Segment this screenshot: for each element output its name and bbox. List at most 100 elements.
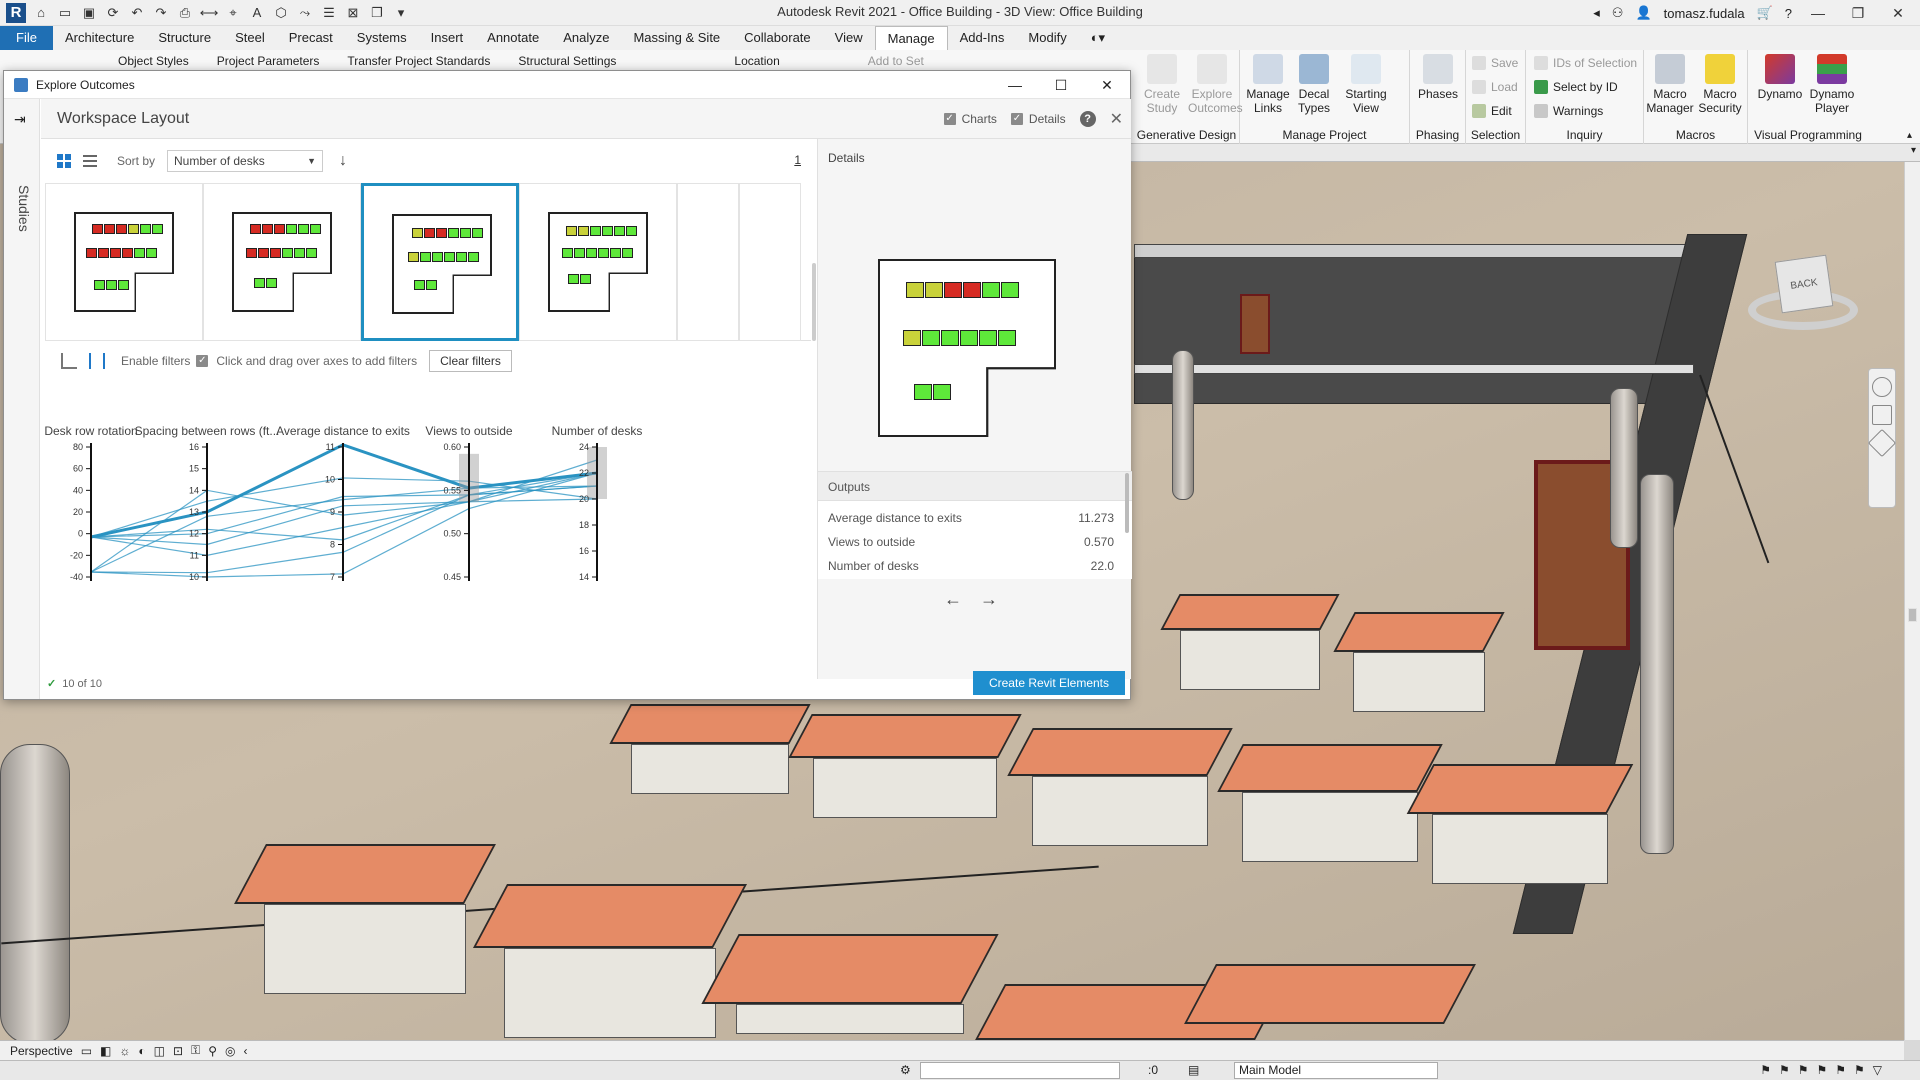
grid-view-icon[interactable] [57, 154, 71, 168]
tab-insert[interactable]: Insert [419, 26, 476, 50]
tab-steel[interactable]: Steel [223, 26, 277, 50]
tab-massing-site[interactable]: Massing & Site [621, 26, 732, 50]
dialog-minimize-button[interactable]: — [992, 71, 1038, 99]
tab-annotate[interactable]: Annotate [475, 26, 551, 50]
open-icon[interactable]: ▭ [56, 4, 74, 22]
undo-icon[interactable]: ↶ [128, 4, 146, 22]
axis-label[interactable]: Spacing between rows (ft... [135, 424, 280, 438]
list-view-icon[interactable] [83, 155, 97, 167]
visual-style-icon[interactable]: ◧ [100, 1044, 111, 1058]
load-selection-button[interactable]: Load [1472, 80, 1518, 94]
restore-button[interactable]: ❐ [1844, 5, 1872, 22]
thin-lines-icon[interactable]: ☰ [320, 4, 338, 22]
view-scale[interactable]: Perspective [10, 1044, 73, 1058]
dynamo-button[interactable]: Dynamo [1756, 54, 1804, 101]
workset-field[interactable] [920, 1062, 1120, 1079]
print-icon[interactable]: ⎙ [176, 4, 194, 22]
shadows-icon[interactable]: ◐ [138, 1044, 145, 1058]
section-icon[interactable]: ⤳ [296, 4, 314, 22]
editable-only-icon[interactable]: ▤ [1188, 1063, 1199, 1077]
ids-of-selection-button[interactable]: IDs of Selection [1534, 56, 1637, 70]
cart-icon[interactable]: 🛒 [1757, 5, 1773, 21]
sort-direction-icon[interactable]: ↓ [339, 152, 347, 170]
dialog-maximize-button[interactable]: ☐ [1038, 71, 1084, 99]
macro-security-button[interactable]: Macro Security [1696, 54, 1744, 115]
tab-analyze[interactable]: Analyze [551, 26, 621, 50]
ribbon-collapse-icon[interactable]: ▴ [1907, 130, 1912, 141]
studies-label[interactable]: Studies [16, 185, 32, 232]
axis-label[interactable]: Views to outside [425, 424, 512, 438]
reveal-icon[interactable]: ◎ [225, 1044, 235, 1058]
details-checkbox[interactable]: ✓ Details [1010, 112, 1066, 126]
customize-icon[interactable]: ▾ [392, 4, 410, 22]
steering-wheel-icon[interactable] [1872, 377, 1892, 397]
minimize-button[interactable]: — [1804, 5, 1832, 21]
axis-label[interactable]: Desk row rotation [44, 424, 137, 438]
hide-isolate-icon[interactable]: ⚲ [208, 1044, 217, 1058]
close-icon[interactable]: ✕ [1110, 109, 1123, 129]
tab-file[interactable]: File [0, 26, 53, 50]
sort-by-select[interactable]: Number of desks ▼ [167, 150, 324, 172]
tab-collaborate[interactable]: Collaborate [732, 26, 823, 50]
help-icon[interactable]: ? [1785, 6, 1792, 21]
edit-selection-button[interactable]: Edit [1472, 104, 1512, 118]
3d-view-icon[interactable]: ⬡ [272, 4, 290, 22]
close-hidden-icon[interactable]: ⊠ [344, 4, 362, 22]
binoculars-icon[interactable]: ⚇ [1612, 5, 1624, 21]
tab-add-ins[interactable]: Add-Ins [948, 26, 1017, 50]
crop-view-icon[interactable]: ⊡ [173, 1044, 183, 1058]
selection-filter-icon[interactable]: ⚑⚑⚑⚑⚑⚑▽ [1760, 1063, 1890, 1077]
tab-systems[interactable]: Systems [345, 26, 419, 50]
explore-outcomes-button[interactable]: Explore Outcomes [1188, 54, 1243, 115]
create-revit-elements-button[interactable]: Create Revit Elements [973, 671, 1125, 695]
close-button[interactable]: ✕ [1884, 5, 1912, 22]
tab-structure[interactable]: Structure [146, 26, 223, 50]
revit-logo-icon[interactable]: R [6, 2, 26, 23]
tag-icon[interactable]: ⌖ [224, 4, 242, 22]
starting-view-button[interactable]: Starting View [1342, 54, 1390, 115]
fly-icon[interactable] [1867, 428, 1897, 458]
redo-icon[interactable]: ↷ [152, 4, 170, 22]
chevron-left-icon[interactable]: ◂ [1593, 5, 1600, 21]
parallel-coordinates-chart[interactable]: Desk row rotation 80 60 40 20 0 -20 -40 Spacing … [41, 385, 817, 679]
chevron-down-icon[interactable]: ▾ [1911, 145, 1916, 156]
measure-icon[interactable]: ⟷ [200, 4, 219, 22]
select-by-id-button[interactable]: Select by ID [1534, 80, 1618, 94]
home-icon[interactable]: ⌂ [32, 4, 50, 22]
help-icon[interactable]: ? [1079, 111, 1096, 127]
tab-modify[interactable]: Modify [1016, 26, 1078, 50]
outcome-thumbnail[interactable] [361, 183, 519, 341]
axis-label[interactable]: Average distance to exits [276, 424, 410, 438]
page-number[interactable]: 1 [794, 153, 801, 167]
enable-filters-checkbox[interactable]: Enable filters ✓ [121, 354, 209, 368]
manage-links-button[interactable]: Manage Links [1244, 54, 1292, 115]
vertical-scrollbar[interactable] [1904, 162, 1920, 1040]
tab-precast[interactable]: Precast [277, 26, 345, 50]
macro-manager-button[interactable]: Macro Manager [1646, 54, 1694, 115]
text-icon[interactable]: A [248, 4, 266, 22]
expand-rail-icon[interactable]: ⇥ [14, 111, 32, 129]
scroll-thumb[interactable] [1908, 608, 1917, 622]
user-name[interactable]: tomasz.fudala [1664, 6, 1745, 21]
phases-button[interactable]: Phases [1414, 54, 1462, 101]
design-option-field[interactable]: Main Model [1234, 1062, 1438, 1079]
sun-path-icon[interactable]: ☼ [119, 1044, 130, 1058]
view-cube-face[interactable]: BACK [1774, 254, 1834, 314]
view-cube[interactable]: BACK [1748, 250, 1858, 360]
render-icon[interactable]: ◫ [154, 1044, 165, 1058]
tab-view[interactable]: View [823, 26, 875, 50]
create-study-button[interactable]: Create Study [1138, 54, 1186, 115]
save-selection-button[interactable]: Save [1472, 56, 1518, 70]
outcome-thumbnail[interactable] [45, 183, 203, 341]
zoom-icon[interactable] [1872, 405, 1892, 425]
details-scrollbar[interactable] [1125, 473, 1129, 533]
tab-manage[interactable]: Manage [874, 26, 948, 50]
workset-icon[interactable]: ⚙ [900, 1063, 911, 1077]
dynamo-player-button[interactable]: Dynamo Player [1808, 54, 1856, 115]
switch-windows-icon[interactable]: ❐ [368, 4, 386, 22]
charts-checkbox[interactable]: ✓ Charts [943, 112, 997, 126]
chevron-left-icon[interactable]: ‹ [243, 1044, 247, 1058]
clear-filters-button[interactable]: Clear filters [429, 350, 512, 372]
outcome-thumbnail[interactable] [519, 183, 677, 341]
thumbnails-scrollbar[interactable] [812, 263, 816, 341]
